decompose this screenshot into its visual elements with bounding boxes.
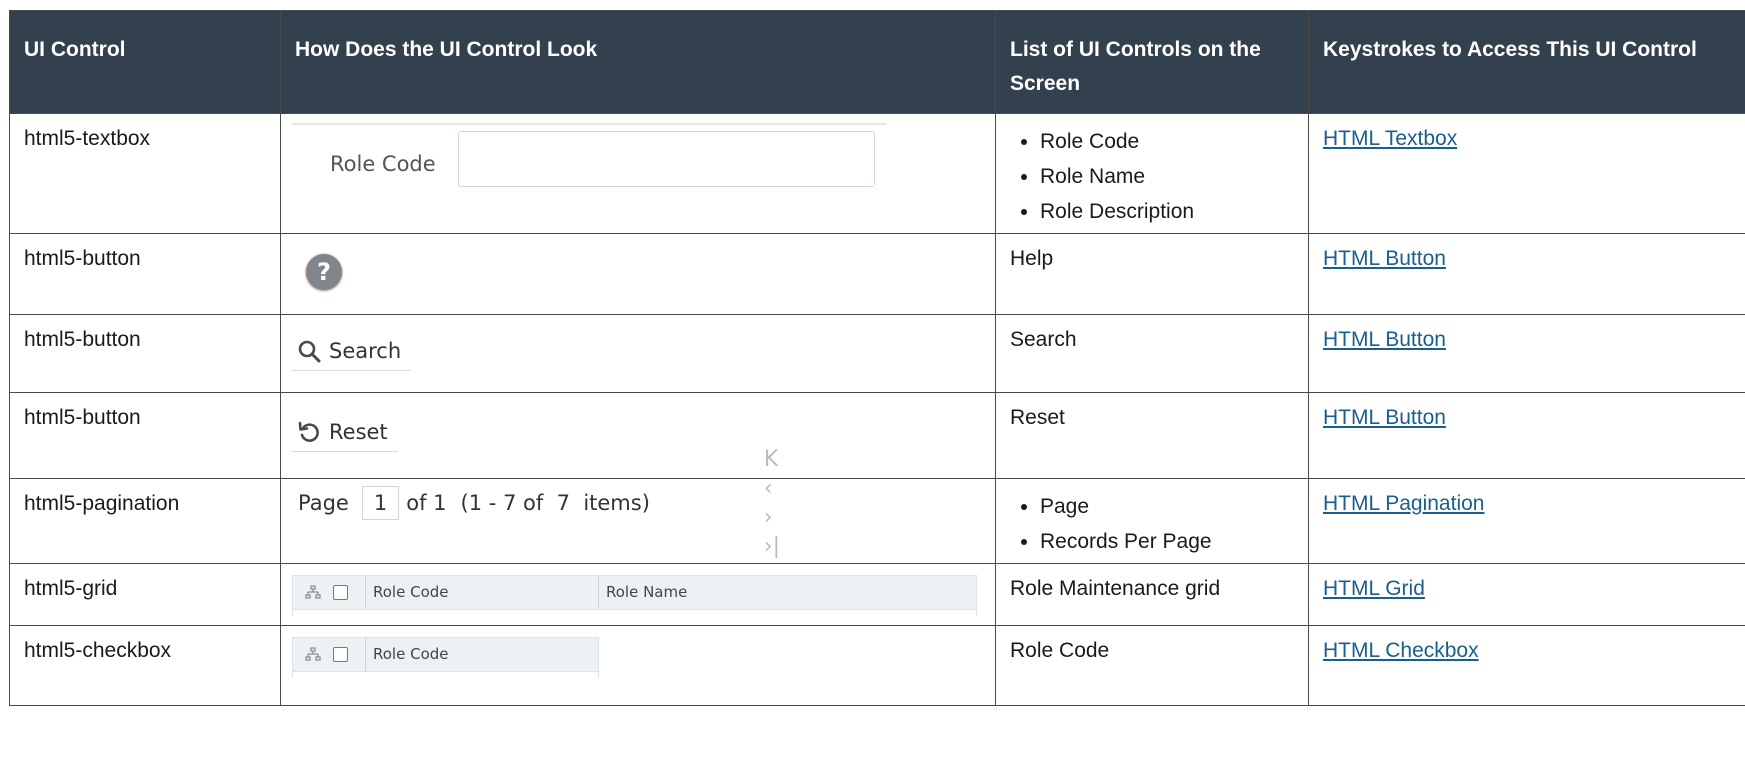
list-item: Records Per Page	[1040, 524, 1294, 559]
search-button-label: Search	[329, 338, 402, 363]
ui-control-cell: html5-pagination	[9, 478, 281, 564]
pagination-preview: Page 1 of 1 (1 - 7 of 7 items) K ‹ › ›|	[281, 447, 995, 562]
header-row: UI Control How Does the UI Control Look …	[9, 10, 1745, 114]
column-role-code[interactable]: Role Code	[365, 576, 598, 609]
item-range: (1 - 7 of 7 items)	[460, 490, 650, 515]
grid-header: Role Code	[292, 637, 599, 672]
textbox-label: Role Code	[330, 152, 436, 176]
table-row: html5-pagination Page 1 of 1 (1 - 7 of 7…	[9, 447, 1745, 564]
grid-body-edge	[292, 672, 599, 678]
grid-preview: Role Code Role Name	[281, 564, 995, 624]
ui-control-cell: html5-button	[9, 392, 281, 479]
search-preview: Search	[281, 315, 995, 392]
select-all-checkbox[interactable]	[333, 585, 348, 600]
table-row: html5-checkbox Role Code Role Code HTML …	[9, 625, 1745, 706]
reset-button-label: Reset	[329, 419, 388, 444]
grid-header: Role Code Role Name	[292, 575, 977, 610]
select-all-checkbox-cell	[333, 576, 365, 609]
table-row: html5-textbox Role Code Role Code Role N…	[9, 113, 1745, 234]
ui-control-cell: html5-grid	[9, 563, 281, 626]
column-role-name[interactable]: Role Name	[598, 576, 976, 609]
column-role-code[interactable]: Role Code	[365, 638, 598, 671]
html-button-link[interactable]: HTML Button	[1323, 406, 1446, 429]
pagination-bar: Page 1 of 1 (1 - 7 of 7 items) K ‹ › ›|	[298, 447, 794, 559]
first-page-icon[interactable]: K	[764, 447, 778, 472]
search-button[interactable]: Search	[292, 332, 412, 371]
list-cell: Help	[995, 233, 1309, 315]
controls-list: Page Records Per Page	[1010, 489, 1294, 559]
page-number-input[interactable]: 1	[361, 486, 400, 520]
keystroke-cell: HTML Checkbox	[1308, 625, 1745, 706]
keystroke-cell: HTML Button	[1308, 233, 1745, 315]
previous-page-icon[interactable]: ‹	[764, 476, 773, 501]
keystroke-cell: HTML Pagination	[1308, 478, 1745, 564]
look-cell: Role Code Role Name	[280, 563, 996, 626]
list-item: Role Description	[1040, 194, 1294, 229]
header-ui-control: UI Control	[9, 10, 281, 114]
look-cell: Reset	[280, 392, 996, 479]
divider	[292, 123, 887, 125]
role-code-input[interactable]	[458, 131, 875, 187]
list-cell: Search	[995, 314, 1309, 393]
hierarchy-icon	[293, 576, 333, 609]
list-cell: Role Code	[995, 625, 1309, 706]
ui-control-cell: html5-checkbox	[9, 625, 281, 706]
ui-control-cell: html5-button	[9, 314, 281, 393]
list-cell: Page Records Per Page	[995, 478, 1309, 564]
html-checkbox-link[interactable]: HTML Checkbox	[1323, 639, 1479, 662]
table-row: html5-button Search Search HTML Button	[9, 314, 1745, 393]
header-keystrokes: Keystrokes to Access This UI Control	[1308, 10, 1745, 114]
textbox-preview: Role Code	[281, 114, 995, 220]
keystroke-cell: HTML Textbox	[1308, 113, 1745, 234]
search-icon	[298, 340, 321, 363]
row-checkbox[interactable]	[333, 647, 348, 662]
html-grid-link[interactable]: HTML Grid	[1323, 577, 1425, 600]
list-item: Role Name	[1040, 159, 1294, 194]
last-page-icon[interactable]: ›|	[764, 534, 780, 559]
list-cell: Reset	[995, 392, 1309, 479]
html-button-link[interactable]: HTML Button	[1323, 247, 1446, 270]
list-cell: Role Code Role Name Role Description	[995, 113, 1309, 234]
ui-control-cell: html5-textbox	[9, 113, 281, 234]
list-item: Page	[1040, 489, 1294, 524]
table-row: html5-grid Role Code Role Name Role Main…	[9, 563, 1745, 626]
hierarchy-icon	[293, 638, 333, 671]
reset-icon	[298, 421, 319, 442]
look-cell: ?	[280, 233, 996, 315]
look-cell: Role Code	[280, 625, 996, 706]
page-label: Page	[298, 490, 349, 515]
html-pagination-link[interactable]: HTML Pagination	[1323, 492, 1484, 515]
html-textbox-link[interactable]: HTML Textbox	[1323, 127, 1457, 150]
look-cell: Page 1 of 1 (1 - 7 of 7 items) K ‹ › ›|	[280, 447, 996, 564]
table-row: html5-button Reset Reset HTML Button	[9, 392, 1745, 479]
help-icon[interactable]: ?	[306, 254, 342, 290]
header-look: How Does the UI Control Look	[280, 10, 996, 114]
ui-control-cell: html5-button	[9, 233, 281, 315]
html-button-link[interactable]: HTML Button	[1323, 328, 1446, 351]
keystroke-cell: HTML Button	[1308, 314, 1745, 393]
keystroke-cell: HTML Button	[1308, 392, 1745, 479]
header-list: List of UI Controls on the Screen	[995, 10, 1309, 114]
row-checkbox-cell	[333, 638, 365, 671]
reset-preview: Reset	[281, 393, 995, 470]
controls-list: Role Code Role Name Role Description	[1010, 124, 1294, 229]
table-row: html5-button ? Help HTML Button	[9, 233, 1745, 315]
look-cell: Search	[280, 314, 996, 393]
checkbox-preview: Role Code	[281, 626, 995, 686]
next-page-icon[interactable]: ›	[764, 505, 773, 530]
reset-button[interactable]: Reset	[292, 413, 398, 452]
page-total: of 1	[406, 490, 447, 515]
help-preview: ?	[281, 234, 995, 314]
grid-body-edge	[292, 610, 977, 616]
keystroke-cell: HTML Grid	[1308, 563, 1745, 626]
list-item: Role Code	[1040, 124, 1294, 159]
list-cell: Role Maintenance grid	[995, 563, 1309, 626]
look-cell: Role Code	[280, 113, 996, 234]
ui-controls-table: UI Control How Does the UI Control Look …	[9, 10, 1745, 706]
